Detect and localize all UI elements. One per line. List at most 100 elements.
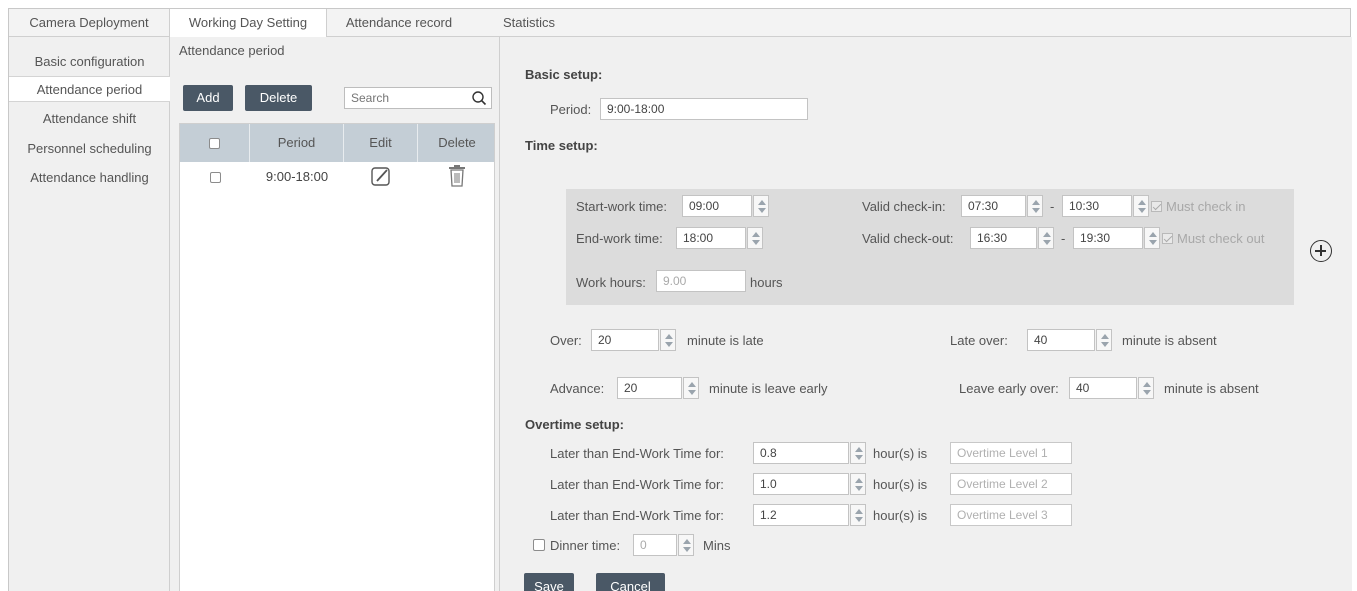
checkin-from-field[interactable] <box>961 195 1026 217</box>
over-label: Over: <box>550 333 582 348</box>
period-input[interactable] <box>601 99 807 119</box>
end-work-label: End-work time: <box>576 231 663 246</box>
must-check-out: Must check out <box>1162 231 1264 246</box>
select-all-checkbox[interactable] <box>209 138 220 150</box>
cancel-button[interactable]: Cancel <box>596 573 665 591</box>
trash-icon[interactable] <box>447 164 467 188</box>
tab-camera-deployment[interactable]: Camera Deployment <box>9 9 169 37</box>
advance-field[interactable] <box>617 377 682 399</box>
checkin-to-field[interactable] <box>1062 195 1132 217</box>
add-button[interactable]: Add <box>183 85 233 111</box>
overtime-row-3-field[interactable] <box>753 504 849 526</box>
overtime-row-2-label: Later than End-Work Time for: <box>550 477 724 492</box>
checkout-dash: - <box>1061 231 1066 246</box>
period-field[interactable] <box>600 98 808 120</box>
over-field[interactable] <box>591 329 659 351</box>
checkin-from-input[interactable] <box>962 196 1025 216</box>
menu-item-attendance-period[interactable]: Attendance period <box>9 76 170 102</box>
dinner-time-checkbox[interactable] <box>533 539 545 551</box>
checkout-to-field[interactable] <box>1073 227 1143 249</box>
overtime-row-1-field[interactable] <box>753 442 849 464</box>
top-tab-bar: Camera Deployment Working Day Setting At… <box>9 9 1350 38</box>
over-input[interactable] <box>592 330 658 350</box>
work-hours-field <box>656 270 746 292</box>
delete-button[interactable]: Delete <box>245 85 312 111</box>
overtime-row-2-spinner[interactable] <box>850 473 866 495</box>
period-table: Period Edit Delete 9:00-18:00 <box>179 123 495 591</box>
row-period: 9:00-18:00 <box>265 169 329 184</box>
start-work-label: Start-work time: <box>576 199 668 214</box>
checkout-to-spinner[interactable] <box>1144 227 1160 249</box>
must-check-in-checkbox <box>1151 201 1162 212</box>
search-box <box>344 87 492 109</box>
header-edit: Edit <box>344 124 418 162</box>
must-check-out-label: Must check out <box>1177 231 1265 246</box>
overtime-row-1-input[interactable] <box>754 443 848 463</box>
checkin-to-input[interactable] <box>1063 196 1131 216</box>
late-over-suffix: minute is absent <box>1122 333 1217 348</box>
overtime-row-2-suffix: hour(s) is <box>873 477 928 492</box>
leave-early-spinner[interactable] <box>1138 377 1154 399</box>
dinner-time-input[interactable] <box>634 535 676 555</box>
table-row[interactable]: 9:00-18:00 <box>180 162 494 192</box>
work-hours-unit: hours <box>750 275 783 290</box>
menu-item-attendance-shift[interactable]: Attendance shift <box>9 106 170 132</box>
add-time-range-plus-icon[interactable] <box>1310 240 1332 262</box>
checkin-dash: - <box>1050 199 1055 214</box>
checkin-from-spinner[interactable] <box>1027 195 1043 217</box>
late-over-input[interactable] <box>1028 330 1094 350</box>
end-work-spinner[interactable] <box>747 227 763 249</box>
menu-item-personnel-scheduling[interactable]: Personnel scheduling <box>9 136 170 162</box>
overtime-row-3-suffix: hour(s) is <box>873 508 928 523</box>
dinner-time-field[interactable] <box>633 534 677 556</box>
save-button[interactable]: Save <box>524 573 574 591</box>
tab-attendance-record[interactable]: Attendance record <box>329 9 469 37</box>
overtime-row-3-input[interactable] <box>754 505 848 525</box>
row-delete[interactable] <box>418 162 496 192</box>
menu-item-attendance-handling[interactable]: Attendance handling <box>9 165 170 191</box>
checkin-to-spinner[interactable] <box>1133 195 1149 217</box>
overtime-row-1-spinner[interactable] <box>850 442 866 464</box>
menu-item-basic-configuration[interactable]: Basic configuration <box>9 49 170 75</box>
end-work-field[interactable] <box>676 227 746 249</box>
start-work-input[interactable] <box>683 196 751 216</box>
checkout-to-input[interactable] <box>1074 228 1142 248</box>
time-setup-title: Time setup: <box>525 138 598 153</box>
search-input[interactable] <box>345 88 463 108</box>
row-select[interactable] <box>180 162 250 192</box>
period-label: Period: <box>550 102 592 117</box>
overtime-row-2-input[interactable] <box>754 474 848 494</box>
row-edit[interactable] <box>344 162 418 192</box>
dinner-time-label: Dinner time: <box>550 538 621 553</box>
advance-spinner[interactable] <box>683 377 699 399</box>
leave-early-field[interactable] <box>1069 377 1137 399</box>
late-over-spinner[interactable] <box>1096 329 1112 351</box>
table-header: Period Edit Delete <box>180 124 494 162</box>
advance-input[interactable] <box>618 378 681 398</box>
tab-statistics[interactable]: Statistics <box>469 9 589 37</box>
work-hours-input <box>657 271 745 291</box>
overtime-row-1-label: Later than End-Work Time for: <box>550 446 724 461</box>
checkout-from-field[interactable] <box>970 227 1037 249</box>
over-suffix: minute is late <box>687 333 764 348</box>
over-spinner[interactable] <box>660 329 676 351</box>
search-icon[interactable] <box>471 90 487 106</box>
edit-icon[interactable] <box>370 165 392 187</box>
end-work-input[interactable] <box>677 228 745 248</box>
late-over-field[interactable] <box>1027 329 1095 351</box>
overtime-row-2-field[interactable] <box>753 473 849 495</box>
panel-title: Attendance period <box>179 43 285 58</box>
row-checkbox[interactable] <box>209 172 221 184</box>
valid-checkout-label: Valid check-out: <box>862 231 954 246</box>
checkout-from-input[interactable] <box>971 228 1036 248</box>
leave-early-input[interactable] <box>1070 378 1136 398</box>
app-frame: Camera Deployment Working Day Setting At… <box>8 8 1352 591</box>
start-work-spinner[interactable] <box>753 195 769 217</box>
tab-working-day-setting[interactable]: Working Day Setting <box>169 9 327 38</box>
overtime-level-3: Overtime Level 3 <box>950 504 1072 526</box>
header-select-all[interactable] <box>180 124 250 162</box>
dinner-time-spinner[interactable] <box>678 534 694 556</box>
start-work-field[interactable] <box>682 195 752 217</box>
checkout-from-spinner[interactable] <box>1038 227 1054 249</box>
overtime-row-3-spinner[interactable] <box>850 504 866 526</box>
